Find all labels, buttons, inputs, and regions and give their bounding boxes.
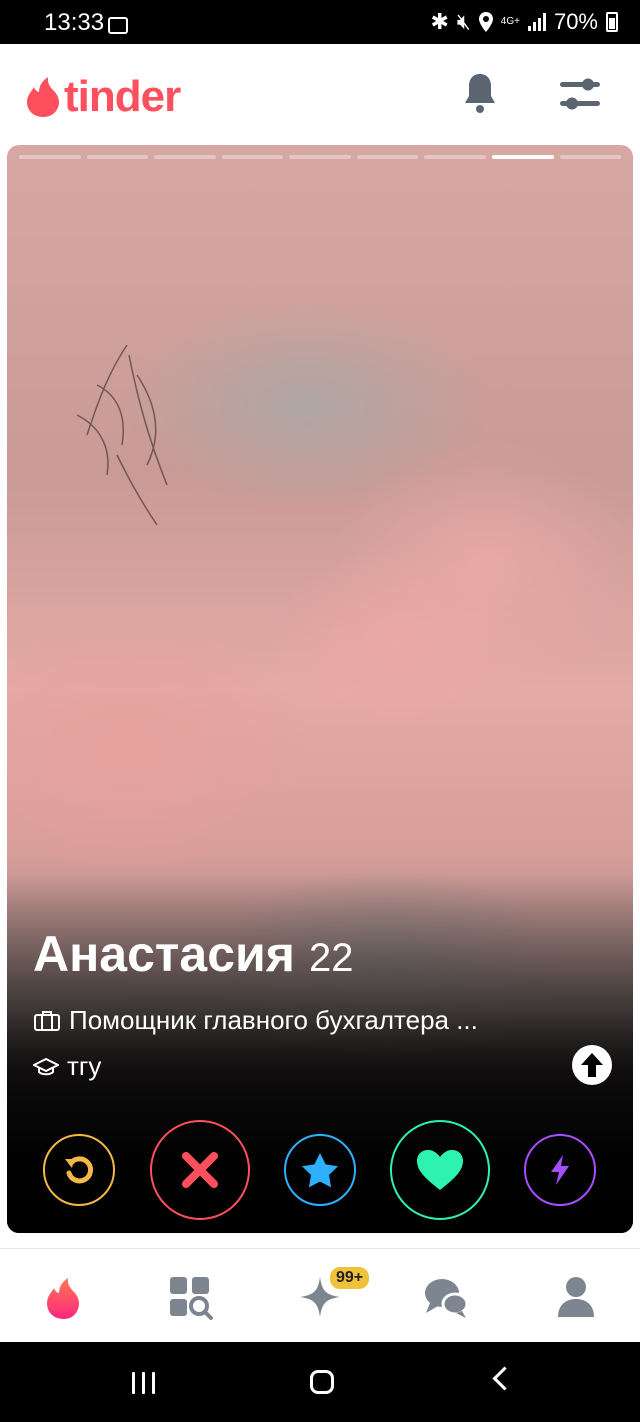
network-type: 4G+: [500, 16, 520, 27]
tattoo-sketch: [76, 344, 168, 526]
back-button[interactable]: [492, 1366, 517, 1391]
mute-icon: 🔇︎: [456, 9, 471, 34]
bolt-icon: [551, 1155, 569, 1185]
photo-progress-segment: [559, 155, 622, 159]
profile-school: тгу: [33, 1051, 101, 1082]
photo-progress-segment: [19, 155, 81, 159]
sliders-icon[interactable]: [558, 74, 602, 114]
status-bar: 13:33 ✱ 🔇︎ 4G+ 70%: [0, 0, 640, 44]
boost-button[interactable]: [524, 1134, 596, 1206]
school-text: тгу: [67, 1051, 102, 1081]
profile-icon[interactable]: [552, 1273, 600, 1321]
system-nav-bar: [0, 1342, 640, 1422]
profile-header: Анастасия 22: [33, 925, 353, 983]
likes-badge: 99+: [328, 1265, 372, 1291]
close-icon: [182, 1152, 218, 1188]
logo-text: tinder: [64, 72, 181, 121]
arrow-up-icon: [581, 1053, 603, 1077]
gallery-notification-icon: [108, 17, 128, 34]
status-icons: ✱ 🔇︎ 4G+ 70%: [430, 9, 618, 35]
graduation-cap-icon: [33, 1057, 59, 1075]
photo-progress: [19, 155, 622, 159]
location-icon: [478, 12, 493, 32]
photo-progress-segment: [86, 155, 149, 159]
open-profile-button[interactable]: [572, 1045, 612, 1085]
home-button[interactable]: [310, 1370, 334, 1394]
profile-card[interactable]: Анастасия 22 Помощник главного бухгалтер…: [7, 145, 633, 1233]
chat-icon[interactable]: [422, 1273, 470, 1321]
action-buttons: [7, 1120, 633, 1220]
bottom-nav: 99+: [0, 1248, 640, 1343]
photo-progress-segment: [356, 155, 419, 159]
profile-job: Помощник главного бухгалтера ...: [33, 1005, 478, 1036]
rewind-icon: [65, 1156, 94, 1184]
bell-icon[interactable]: [462, 72, 498, 114]
battery-percent: 70%: [553, 9, 598, 34]
explore-icon[interactable]: [166, 1273, 214, 1321]
bluetooth-icon: ✱: [430, 9, 449, 34]
profile-age: 22: [308, 936, 354, 980]
photo-progress-segment: [221, 155, 284, 159]
app-header: tinder: [0, 44, 640, 144]
home-flame-icon[interactable]: [40, 1273, 88, 1321]
nope-button[interactable]: [150, 1120, 250, 1220]
photo-progress-segment: [154, 155, 216, 159]
like-button[interactable]: [390, 1120, 490, 1220]
tinder-logo[interactable]: tinder: [26, 72, 181, 122]
rewind-button[interactable]: [43, 1134, 115, 1206]
photo-progress-segment: [289, 155, 351, 159]
battery-icon: [606, 12, 618, 32]
recents-button[interactable]: [132, 1372, 155, 1394]
job-text: Помощник главного бухгалтера ...: [69, 1005, 478, 1035]
photo-progress-segment: [491, 155, 554, 159]
briefcase-icon: [34, 1010, 60, 1031]
photo-progress-segment: [424, 155, 486, 159]
super-like-button[interactable]: [284, 1134, 356, 1206]
status-time: 13:33: [44, 9, 105, 36]
profile-name: Анастасия: [33, 926, 295, 982]
signal-icon: [527, 13, 546, 31]
star-icon: [302, 1153, 338, 1188]
flame-icon: [27, 77, 59, 117]
heart-icon: [417, 1150, 463, 1190]
